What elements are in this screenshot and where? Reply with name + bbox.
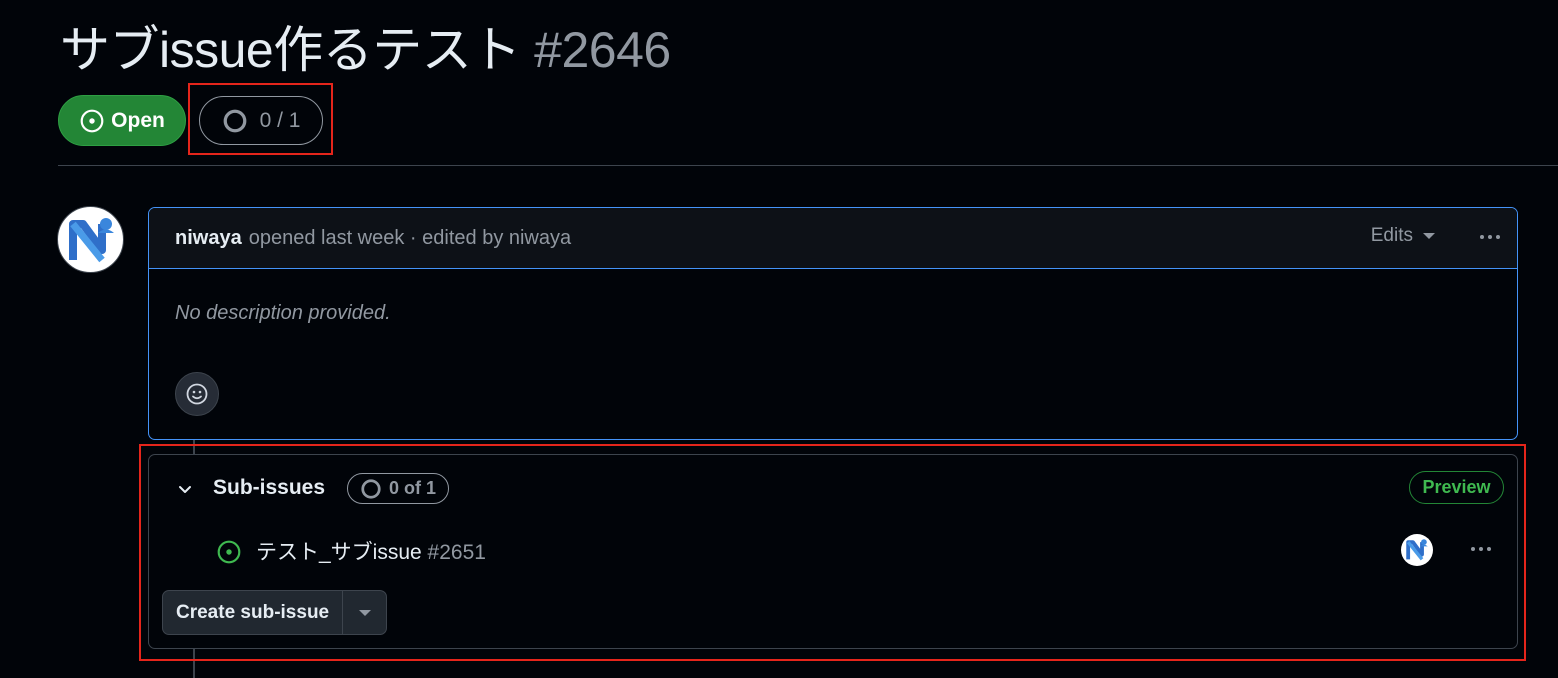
issue-comment: niwaya opened last week · edited by niwa… bbox=[148, 207, 1518, 440]
avatar[interactable] bbox=[57, 206, 124, 273]
issue-open-icon bbox=[80, 109, 104, 132]
issue-number: #2646 bbox=[534, 22, 671, 78]
header-divider bbox=[58, 165, 1558, 166]
comment-body: No description provided. bbox=[175, 302, 391, 324]
edits-label: Edits bbox=[1370, 225, 1413, 246]
issue-title-text: サブissue作るテスト bbox=[60, 22, 521, 78]
caret-down-icon bbox=[1423, 233, 1435, 239]
issue-state-badge: Open bbox=[58, 95, 186, 146]
comment-author[interactable]: niwaya bbox=[175, 227, 242, 250]
issue-state-label: Open bbox=[111, 108, 165, 132]
highlight-progress bbox=[188, 83, 333, 155]
avatar-logo bbox=[69, 218, 114, 263]
comment-meta: opened last week · edited by niwaya bbox=[248, 226, 572, 249]
kebab-icon[interactable] bbox=[1480, 235, 1500, 239]
highlight-sub-issues bbox=[139, 444, 1526, 661]
add-reaction-button[interactable] bbox=[175, 372, 219, 416]
smiley-icon bbox=[186, 383, 208, 405]
edits-dropdown[interactable]: Edits bbox=[1371, 225, 1435, 247]
issue-title: サブissue作るテスト #2646 bbox=[60, 18, 671, 82]
comment-header: niwaya opened last week · edited by niwa… bbox=[149, 208, 1517, 269]
